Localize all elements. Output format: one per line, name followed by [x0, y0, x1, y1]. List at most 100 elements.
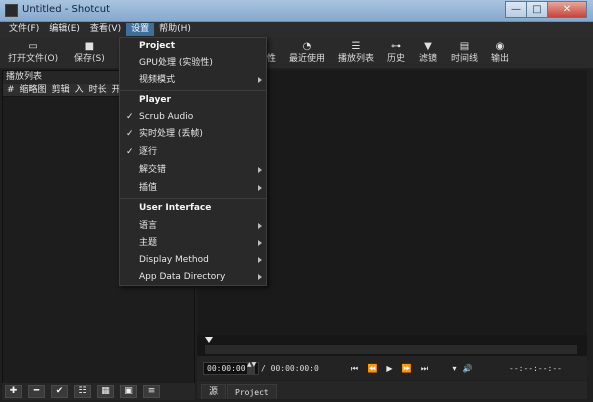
realtime-label: 实时处理 (丢帧)	[139, 129, 203, 139]
remove-button[interactable]: ━	[28, 385, 45, 398]
title-bar: Untitled - Shotcut — □ ✕	[0, 0, 593, 22]
list-icon: ☰	[351, 41, 361, 52]
column-in[interactable]: 入	[75, 84, 84, 96]
maximize-button[interactable]: □	[526, 1, 548, 18]
menu-bar: 文件(F) 编辑(E) 查看(V) 设置 帮助(H)	[0, 22, 593, 37]
playlist-button[interactable]: ☰ 播放列表	[338, 40, 374, 65]
scrub-audio-label: Scrub Audio	[139, 112, 194, 122]
transport-bar: 00:00:00:0 ▲▼ / 00:00:00:0 ⏮ ⏪ ▶ ⏩ ⏭ ▾ 🔊…	[197, 356, 587, 380]
interpolation-label: 插值	[139, 183, 158, 193]
main-toolbar: ▭ 打开文件(O) ■ 保存(S) 性 ◔ 最近使用 ☰ 播放列表 ⊶ 历史 ▼…	[0, 37, 593, 69]
properties-icon	[267, 40, 276, 53]
output-button[interactable]: ◉ 输出	[491, 40, 509, 65]
chevron-right-icon	[258, 185, 262, 191]
scrubber[interactable]	[197, 335, 587, 356]
playhead-marker[interactable]	[205, 337, 213, 343]
menu-view[interactable]: 查看(V)	[85, 23, 126, 36]
section-player: Player	[139, 95, 171, 105]
menu-help[interactable]: 帮助(H)	[154, 23, 196, 36]
menu-button[interactable]: ≡	[143, 385, 160, 398]
menu-settings[interactable]: 设置	[126, 23, 155, 36]
timecode-spinner[interactable]: ▲▼	[247, 362, 256, 375]
player-tabs: 源 Project	[197, 381, 587, 399]
fast-forward-icon[interactable]: ⏩	[401, 363, 412, 374]
skip-next-icon[interactable]: ⏭	[419, 363, 430, 374]
menu-item-display-method[interactable]: Display Method	[120, 252, 266, 269]
menu-item-scrub-audio[interactable]: ✓ Scrub Audio	[120, 109, 266, 126]
theme-label: 主题	[139, 238, 158, 248]
save-icon: ■	[84, 41, 95, 52]
filter-icon: ▼	[424, 41, 432, 52]
chevron-right-icon	[258, 274, 262, 280]
update-button[interactable]: ✔	[51, 385, 68, 398]
clock-icon: ◔	[302, 41, 312, 52]
chevron-right-icon	[258, 257, 262, 263]
save-button[interactable]: ■ 保存(S)	[74, 40, 105, 65]
menu-edit[interactable]: 编辑(E)	[44, 23, 85, 36]
in-out-timecode: --:--:--:--	[509, 364, 562, 373]
tab-project[interactable]: Project	[227, 384, 277, 399]
column-clip[interactable]: 剪辑	[52, 84, 70, 96]
menu-item-language[interactable]: 语言	[120, 218, 266, 235]
recent-label: 最近使用	[289, 54, 326, 64]
properties-button[interactable]: 性	[267, 40, 276, 65]
check-icon: ✓	[126, 147, 134, 157]
volume-icon[interactable]: 🔊	[462, 363, 473, 374]
skip-previous-icon[interactable]: ⏮	[349, 363, 360, 374]
window-title: Untitled - Shotcut	[22, 4, 111, 15]
menu-file[interactable]: 文件(F)	[4, 23, 44, 36]
rewind-icon[interactable]: ⏪	[367, 363, 378, 374]
chevron-right-icon	[258, 167, 262, 173]
menu-item-app-data[interactable]: App Data Directory	[120, 269, 266, 286]
menu-item-video-mode[interactable]: 视频模式	[120, 72, 266, 89]
total-duration: / 00:00:00:0	[261, 364, 319, 373]
app-icon	[5, 4, 18, 17]
column-thumbnail[interactable]: 缩略图	[20, 84, 47, 96]
scrub-bar[interactable]	[205, 345, 577, 354]
check-icon: ✓	[126, 129, 134, 139]
chevron-right-icon	[258, 77, 262, 83]
display-method-label: Display Method	[139, 255, 209, 265]
menu-item-deinterlacer[interactable]: 解交错	[120, 162, 266, 179]
menu-item-theme[interactable]: 主题	[120, 235, 266, 252]
output-label: 输出	[491, 54, 510, 64]
zoom-dropdown-icon[interactable]: ▾	[449, 363, 460, 374]
recent-button[interactable]: ◔ 最近使用	[289, 40, 325, 65]
gpu-label: GPU处理 (实验性)	[139, 58, 213, 68]
tiles-view-button[interactable]: ▦	[97, 385, 114, 398]
history-button[interactable]: ⊶ 历史	[387, 40, 405, 65]
minimize-button[interactable]: —	[505, 1, 527, 18]
menu-separator	[120, 90, 266, 91]
icons-view-button[interactable]: ▣	[120, 385, 137, 398]
timeline-label: 时间线	[451, 54, 479, 64]
timeline-button[interactable]: ▤ 时间线	[451, 40, 478, 65]
video-mode-label: 视频模式	[139, 75, 176, 85]
close-button[interactable]: ✕	[547, 1, 587, 18]
progressive-label: 逐行	[139, 147, 158, 157]
menu-item-gpu[interactable]: GPU处理 (实验性)	[120, 55, 266, 72]
column-index[interactable]: #	[7, 84, 15, 96]
history-icon: ⊶	[391, 41, 401, 52]
menu-item-interpolation[interactable]: 插值	[120, 180, 266, 197]
add-button[interactable]: ✚	[5, 385, 22, 398]
deinterlacer-label: 解交错	[139, 165, 167, 175]
menu-item-realtime[interactable]: ✓ 实时处理 (丢帧)	[120, 126, 266, 143]
playlist-actions: ✚ ━ ✔ ☷ ▦ ▣ ≡	[2, 383, 195, 400]
section-user-interface: User Interface	[139, 203, 212, 213]
chevron-right-icon	[258, 240, 262, 246]
filters-button[interactable]: ▼ 滤镜	[419, 40, 437, 65]
timeline-icon: ▤	[459, 41, 470, 52]
window-controls: — □ ✕	[505, 1, 587, 18]
details-view-button[interactable]: ☷	[74, 385, 91, 398]
play-icon[interactable]: ▶	[384, 363, 395, 374]
tab-source[interactable]: 源	[201, 384, 227, 399]
menu-item-progressive[interactable]: ✓ 逐行	[120, 144, 266, 161]
open-file-button[interactable]: ▭ 打开文件(O)	[8, 40, 58, 65]
save-label: 保存(S)	[74, 54, 105, 64]
output-icon: ◉	[495, 41, 505, 52]
filters-label: 滤镜	[419, 54, 438, 64]
column-duration[interactable]: 时长	[89, 84, 107, 96]
properties-label: 性	[267, 54, 277, 64]
section-project: Project	[139, 41, 176, 51]
playlist-label: 播放列表	[338, 54, 375, 64]
